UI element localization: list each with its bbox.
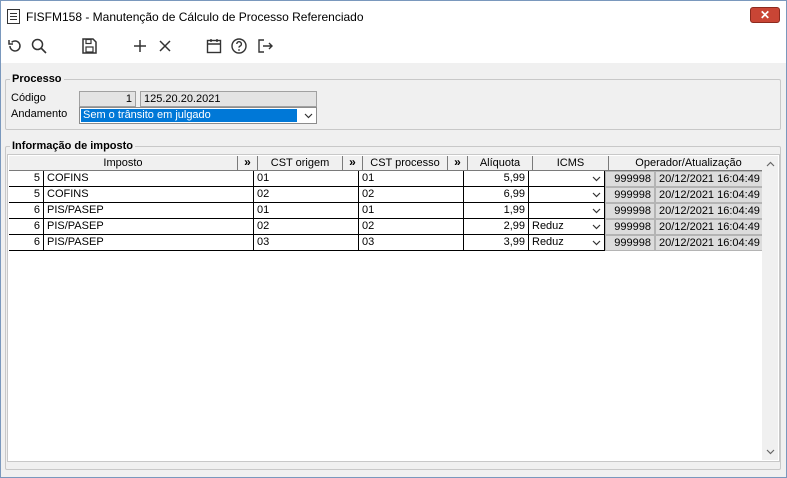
- cell-aliquota[interactable]: 5,99: [464, 171, 529, 187]
- close-button[interactable]: ✕: [750, 7, 780, 23]
- cell-code[interactable]: 5: [9, 171, 44, 187]
- cell-code[interactable]: 5: [9, 187, 44, 203]
- cell-cst-processo[interactable]: 01: [359, 171, 464, 187]
- cell-imposto[interactable]: PIS/PASEP: [44, 219, 254, 235]
- header-cst-origem[interactable]: CST origem: [258, 156, 343, 171]
- icms-value: Reduz: [532, 220, 564, 232]
- imposto-legend: Informação de imposto: [12, 140, 134, 152]
- cell-aliquota[interactable]: 6,99: [464, 187, 529, 203]
- app-window: FISFM158 - Manutenção de Cálculo de Proc…: [0, 0, 787, 478]
- chevron-down-icon: [589, 204, 603, 218]
- delete-icon[interactable]: [155, 36, 175, 56]
- form-panel: Processo Código 1 125.20.20.2021 Andamen…: [1, 63, 786, 477]
- cell-cst-processo[interactable]: 02: [359, 219, 464, 235]
- table-row[interactable]: 6 PIS/PASEP 02 02 2,99 Reduz 999998 20/1…: [9, 219, 769, 235]
- cell-atualizacao: 20/12/2021 16:04:49: [655, 235, 769, 251]
- cell-cst-origem[interactable]: 02: [254, 187, 359, 203]
- header-operador[interactable]: Operador/Atualização: [609, 156, 769, 171]
- vertical-scrollbar[interactable]: [762, 156, 778, 460]
- cell-cst-origem[interactable]: 01: [254, 171, 359, 187]
- calendar-icon[interactable]: [204, 36, 224, 56]
- cell-imposto[interactable]: COFINS: [44, 187, 254, 203]
- andamento-value: Sem o trânsito em julgado: [81, 109, 297, 122]
- cell-aliquota[interactable]: 3,99: [464, 235, 529, 251]
- icms-value: Reduz: [532, 236, 564, 248]
- cell-aliquota[interactable]: 1,99: [464, 203, 529, 219]
- imposto-grid: Imposto » CST origem » CST processo » Al…: [7, 154, 780, 462]
- cell-cst-origem[interactable]: 03: [254, 235, 359, 251]
- cell-cst-processo[interactable]: 02: [359, 187, 464, 203]
- add-icon[interactable]: [130, 36, 150, 56]
- cell-imposto[interactable]: COFINS: [44, 171, 254, 187]
- chevron-down-icon: [589, 220, 603, 234]
- cell-operador: 999998: [605, 235, 655, 251]
- cell-operador: 999998: [605, 203, 655, 219]
- table-row[interactable]: 5 COFINS 02 02 6,99 999998 20/12/2021 16…: [9, 187, 769, 203]
- title-bar: FISFM158 - Manutenção de Cálculo de Proc…: [1, 1, 786, 31]
- cell-code[interactable]: 6: [9, 219, 44, 235]
- cell-icms-select[interactable]: Reduz: [529, 235, 605, 251]
- header-aliquota[interactable]: Alíquota: [468, 156, 533, 171]
- cell-cst-processo[interactable]: 01: [359, 203, 464, 219]
- expand-imposto-button[interactable]: »: [238, 156, 258, 171]
- window-title: FISFM158 - Manutenção de Cálculo de Proc…: [26, 10, 364, 24]
- cell-code[interactable]: 6: [9, 235, 44, 251]
- cell-icms-select[interactable]: [529, 171, 605, 187]
- expand-cst-processo-button[interactable]: »: [448, 156, 468, 171]
- cell-code[interactable]: 6: [9, 203, 44, 219]
- cell-atualizacao: 20/12/2021 16:04:49: [655, 171, 769, 187]
- expand-cst-origem-button[interactable]: »: [343, 156, 363, 171]
- cell-atualizacao: 20/12/2021 16:04:49: [655, 219, 769, 235]
- cell-atualizacao: 20/12/2021 16:04:49: [655, 203, 769, 219]
- codigo-label: Código: [11, 92, 46, 104]
- cell-imposto[interactable]: PIS/PASEP: [44, 235, 254, 251]
- cell-cst-origem[interactable]: 01: [254, 203, 359, 219]
- chevron-down-icon: [301, 109, 315, 123]
- cell-atualizacao: 20/12/2021 16:04:49: [655, 187, 769, 203]
- andamento-label: Andamento: [11, 108, 68, 120]
- cell-cst-processo[interactable]: 03: [359, 235, 464, 251]
- help-icon[interactable]: [229, 36, 249, 56]
- table-row[interactable]: 5 COFINS 01 01 5,99 999998 20/12/2021 16…: [9, 171, 769, 187]
- chevron-up-icon[interactable]: [763, 157, 777, 171]
- chevron-down-icon: [589, 172, 603, 186]
- table-row[interactable]: 6 PIS/PASEP 01 01 1,99 999998 20/12/2021…: [9, 203, 769, 219]
- processo-legend: Processo: [12, 73, 62, 85]
- toolbar: [1, 31, 786, 63]
- header-icms[interactable]: ICMS: [533, 156, 609, 171]
- chevron-down-icon: [589, 188, 603, 202]
- processo-numero-field[interactable]: 125.20.20.2021: [140, 91, 317, 107]
- cell-aliquota[interactable]: 2,99: [464, 219, 529, 235]
- cell-operador: 999998: [605, 187, 655, 203]
- refresh-icon[interactable]: [5, 36, 25, 56]
- cell-cst-origem[interactable]: 02: [254, 219, 359, 235]
- chevron-down-icon: [589, 236, 603, 250]
- header-imposto[interactable]: Imposto: [9, 156, 238, 171]
- document-icon: [7, 9, 20, 24]
- codigo-field[interactable]: 1: [79, 91, 136, 107]
- cell-operador: 999998: [605, 219, 655, 235]
- save-icon[interactable]: [79, 36, 99, 56]
- search-icon[interactable]: [29, 36, 49, 56]
- cell-imposto[interactable]: PIS/PASEP: [44, 203, 254, 219]
- cell-icms-select[interactable]: Reduz: [529, 219, 605, 235]
- chevron-down-icon[interactable]: [763, 445, 777, 459]
- cell-icms-select[interactable]: [529, 187, 605, 203]
- table-row[interactable]: 6 PIS/PASEP 03 03 3,99 Reduz 999998 20/1…: [9, 235, 769, 251]
- header-cst-processo[interactable]: CST processo: [363, 156, 448, 171]
- close-icon: ✕: [759, 8, 771, 22]
- cell-icms-select[interactable]: [529, 203, 605, 219]
- exit-icon[interactable]: [255, 36, 275, 56]
- andamento-select[interactable]: Sem o trânsito em julgado: [79, 107, 317, 124]
- cell-operador: 999998: [605, 171, 655, 187]
